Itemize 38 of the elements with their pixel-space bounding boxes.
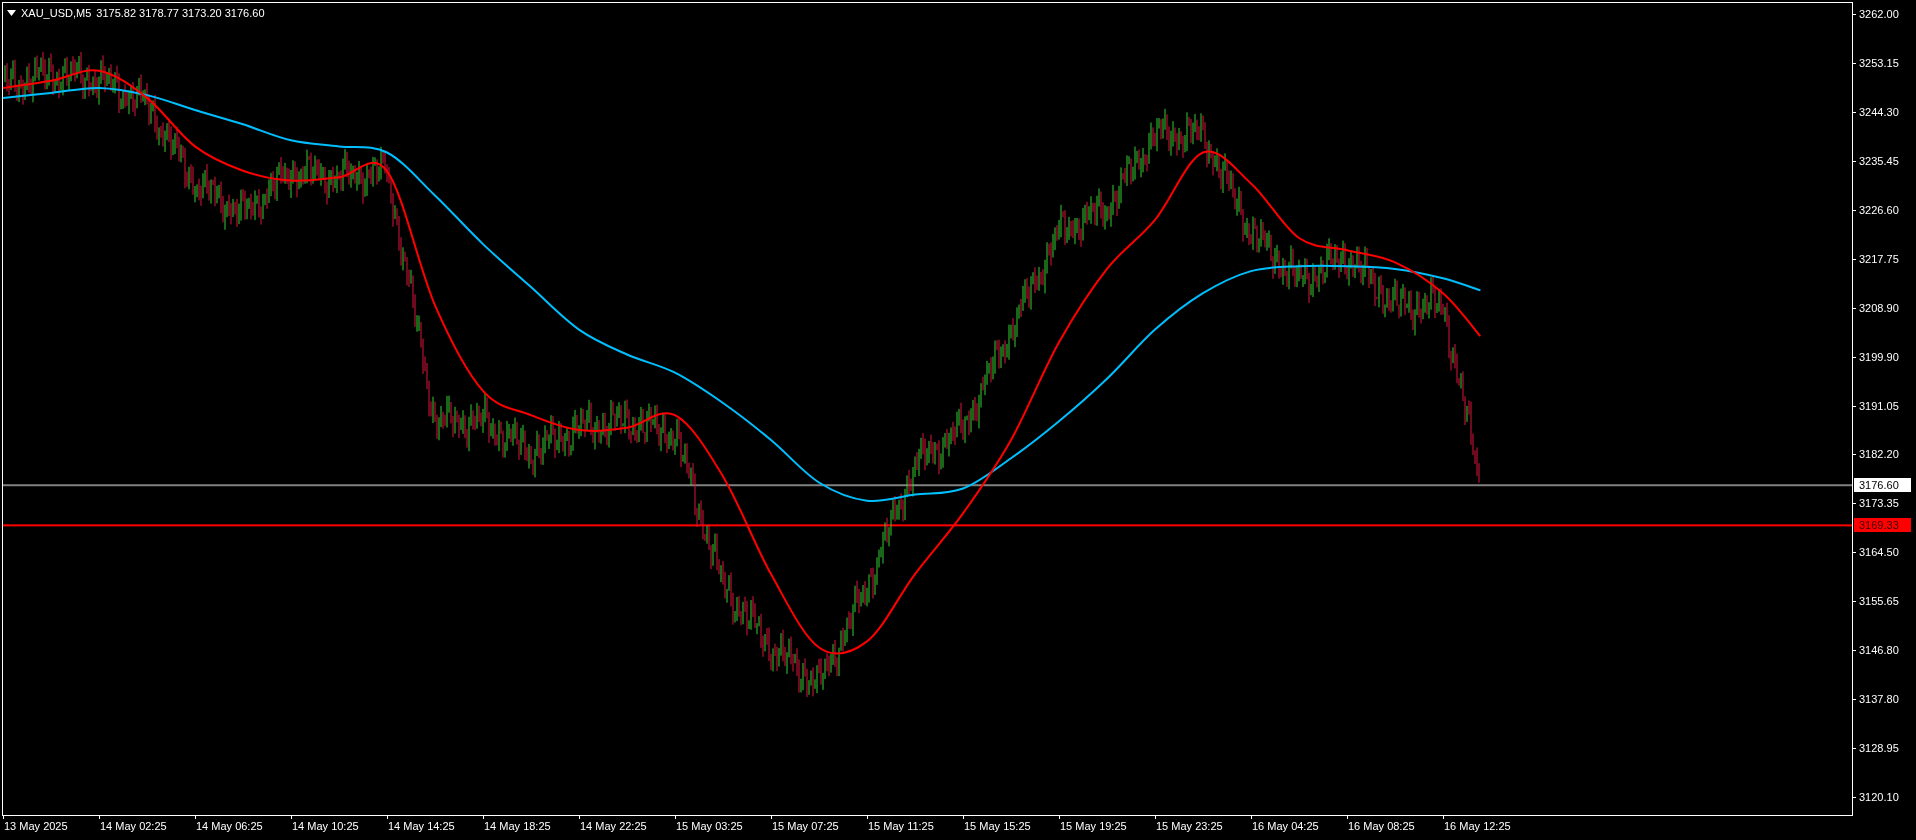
time-axis-label: 16 May 12:25	[1444, 820, 1511, 833]
price-axis-label: 3253.15	[1859, 56, 1899, 70]
time-axis-label: 14 May 06:25	[196, 820, 263, 833]
price-axis-label: 3155.65	[1859, 595, 1899, 609]
price-axis-label: 3217.75	[1859, 252, 1899, 266]
time-axis-label: 15 May 23:25	[1156, 820, 1223, 833]
time-axis-label: 15 May 11:25	[868, 820, 934, 833]
price-axis-label: 3244.30	[1859, 105, 1899, 119]
price-axis-label: 3199.90	[1859, 350, 1899, 364]
time-axis-label: 15 May 19:25	[1060, 820, 1127, 833]
time-axis-label: 14 May 18:25	[484, 820, 551, 833]
time-axis-label: 16 May 04:25	[1252, 820, 1319, 833]
time-axis-label: 15 May 03:25	[676, 820, 743, 833]
time-axis-label: 13 May 2025	[4, 820, 68, 833]
price-axis-label: 3137.80	[1859, 693, 1899, 707]
price-tag: 3176.60	[1854, 478, 1911, 493]
price-axis-label: 3262.00	[1859, 8, 1899, 21]
price-axis-label: 3173.35	[1859, 497, 1899, 511]
price-axis-label: 3182.20	[1859, 448, 1899, 462]
price-axis-label: 3226.60	[1859, 203, 1899, 217]
time-axis-label: 14 May 10:25	[292, 820, 359, 833]
time-axis-label: 14 May 14:25	[388, 820, 455, 833]
time-axis-label: 16 May 08:25	[1348, 820, 1415, 833]
price-tag: 3169.33	[1854, 518, 1911, 533]
price-axis-label: 3164.50	[1859, 546, 1899, 560]
price-axis-label: 3128.95	[1859, 742, 1899, 756]
price-axis-label: 3120.10	[1859, 791, 1899, 805]
dropdown-triangle-icon[interactable]	[7, 10, 16, 17]
price-axis-label: 3146.80	[1859, 644, 1899, 658]
price-axis-label: 3191.05	[1859, 399, 1899, 413]
time-axis-label: 14 May 02:25	[100, 820, 167, 833]
time-axis-label: 14 May 22:25	[580, 820, 647, 833]
time-axis-label: 15 May 07:25	[772, 820, 839, 833]
price-axis-label: 3208.90	[1859, 301, 1899, 315]
time-axis-label: 15 May 15:25	[964, 820, 1031, 833]
chart-symbol: XAU_USD,M5	[21, 6, 92, 21]
ohlc-values: 3175.82 3178.77 3173.20 3176.60	[96, 6, 265, 21]
price-axis-label: 3235.45	[1859, 154, 1899, 168]
